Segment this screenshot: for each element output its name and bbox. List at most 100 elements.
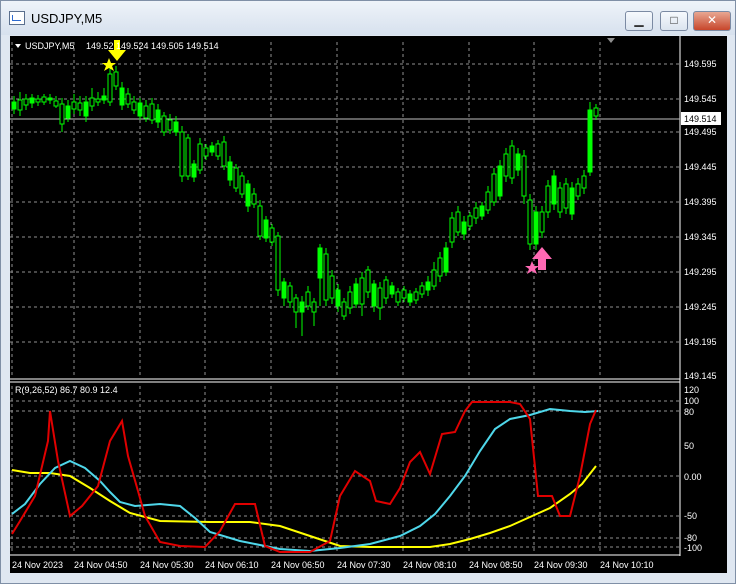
candle-body bbox=[395, 291, 401, 303]
minimize-button[interactable]: ▁ bbox=[625, 11, 653, 31]
svg-text:100: 100 bbox=[684, 396, 699, 406]
candle-body bbox=[269, 227, 275, 243]
candle-body bbox=[383, 279, 389, 299]
candle-body bbox=[323, 253, 329, 301]
svg-text:24 Nov 08:50: 24 Nov 08:50 bbox=[469, 560, 523, 570]
candle-body bbox=[89, 97, 95, 107]
title-bar[interactable]: USDJPY,M5 ▁ □ ✕ bbox=[1, 1, 735, 35]
candle-body bbox=[221, 141, 227, 167]
candle-body bbox=[587, 109, 593, 173]
candle-body bbox=[209, 145, 215, 153]
candle-body bbox=[293, 297, 299, 313]
candle-body bbox=[311, 301, 317, 313]
candle-body bbox=[563, 183, 569, 209]
window-title: USDJPY,M5 bbox=[31, 11, 103, 26]
maximize-button[interactable]: □ bbox=[660, 11, 688, 31]
svg-text:24 Nov 06:10: 24 Nov 06:10 bbox=[205, 560, 259, 570]
candle-body bbox=[521, 155, 527, 197]
candle-body bbox=[353, 283, 359, 305]
indicator-axis: 120 100 80 50 0.00 -50 -80 -100 bbox=[684, 385, 702, 553]
svg-text:50: 50 bbox=[684, 441, 694, 451]
candle-body bbox=[527, 199, 533, 245]
candle-body bbox=[509, 145, 515, 179]
candle-body bbox=[281, 281, 287, 299]
candle-body bbox=[575, 183, 581, 197]
candle-body bbox=[239, 175, 245, 195]
candle-body bbox=[179, 131, 185, 177]
candle-body bbox=[473, 207, 479, 219]
symbol-label: USDJPY,M5 bbox=[25, 41, 74, 51]
svg-text:24 Nov 2023: 24 Nov 2023 bbox=[12, 560, 63, 570]
candle-body bbox=[125, 93, 131, 105]
candle-body bbox=[407, 293, 413, 303]
candle-body bbox=[515, 153, 521, 171]
candle-body bbox=[233, 167, 239, 189]
candle-body bbox=[245, 183, 251, 207]
candle-body bbox=[467, 215, 473, 227]
candle-body bbox=[305, 291, 311, 307]
candle-body bbox=[569, 187, 575, 215]
close-button[interactable]: ✕ bbox=[693, 11, 731, 31]
chart-canvas[interactable]: USDJPY,M5 149.52 149.524 149.505 149.514… bbox=[10, 36, 727, 573]
svg-text:149.395: 149.395 bbox=[684, 197, 717, 207]
candle-body bbox=[557, 187, 563, 213]
svg-text:149.445: 149.445 bbox=[684, 162, 717, 172]
candle-body bbox=[41, 96, 47, 103]
candle-body bbox=[365, 269, 371, 293]
candle-body bbox=[443, 247, 449, 273]
candle-body bbox=[149, 103, 155, 121]
candle-body bbox=[377, 287, 383, 309]
candle-body bbox=[299, 301, 305, 313]
candle-body bbox=[143, 105, 149, 119]
candle-body bbox=[35, 98, 41, 103]
svg-text:-50: -50 bbox=[684, 511, 697, 521]
candle-body bbox=[347, 291, 353, 309]
candle-body bbox=[17, 99, 23, 111]
svg-text:24 Nov 09:30: 24 Nov 09:30 bbox=[534, 560, 588, 570]
candle-body bbox=[479, 205, 485, 217]
svg-text:80: 80 bbox=[684, 407, 694, 417]
svg-text:24 Nov 10:10: 24 Nov 10:10 bbox=[600, 560, 654, 570]
candle-body bbox=[53, 100, 59, 107]
yellow-star-icon bbox=[102, 58, 116, 71]
svg-text:24 Nov 08:10: 24 Nov 08:10 bbox=[403, 560, 457, 570]
chart-menu-icon[interactable] bbox=[15, 44, 21, 48]
candle-body bbox=[425, 281, 431, 291]
candle-body bbox=[251, 193, 257, 205]
candle-body bbox=[341, 301, 347, 317]
svg-text:149.595: 149.595 bbox=[684, 59, 717, 69]
candle-body bbox=[413, 291, 419, 301]
svg-text:149.495: 149.495 bbox=[684, 127, 717, 137]
candle-body bbox=[503, 153, 509, 177]
chart-shift-icon bbox=[607, 38, 615, 43]
candle-body bbox=[539, 211, 545, 233]
candle-body bbox=[275, 235, 281, 291]
ohlc-label: 149.52 149.524 149.505 149.514 bbox=[86, 41, 219, 51]
candle-body bbox=[131, 101, 137, 111]
svg-text:24 Nov 05:30: 24 Nov 05:30 bbox=[140, 560, 194, 570]
svg-text:24 Nov 07:30: 24 Nov 07:30 bbox=[337, 560, 391, 570]
candle-body bbox=[77, 102, 83, 111]
candle-body bbox=[551, 175, 557, 205]
svg-text:-100: -100 bbox=[684, 543, 702, 553]
candle-body bbox=[167, 119, 173, 131]
candle-body bbox=[11, 101, 17, 110]
candle-body bbox=[23, 98, 29, 106]
candle-body bbox=[95, 98, 101, 103]
chart-area[interactable]: USDJPY,M5 149.52 149.524 149.505 149.514… bbox=[10, 36, 727, 573]
candle-body bbox=[107, 73, 113, 103]
svg-text:120: 120 bbox=[684, 385, 699, 395]
candle-body bbox=[497, 165, 503, 197]
price-axis: 149.595 149.545 149.495 149.445 149.395 … bbox=[684, 59, 717, 381]
candle-body bbox=[263, 219, 269, 239]
svg-text:149.345: 149.345 bbox=[684, 232, 717, 242]
svg-text:-80: -80 bbox=[684, 533, 697, 543]
candle-body bbox=[59, 103, 65, 125]
indicator-line-red bbox=[11, 401, 597, 553]
candle-body bbox=[185, 137, 191, 177]
candle-body bbox=[215, 143, 221, 157]
candle-body bbox=[449, 217, 455, 243]
candle-body bbox=[329, 275, 335, 299]
svg-text:149.145: 149.145 bbox=[684, 371, 717, 381]
candle-body bbox=[359, 277, 365, 305]
